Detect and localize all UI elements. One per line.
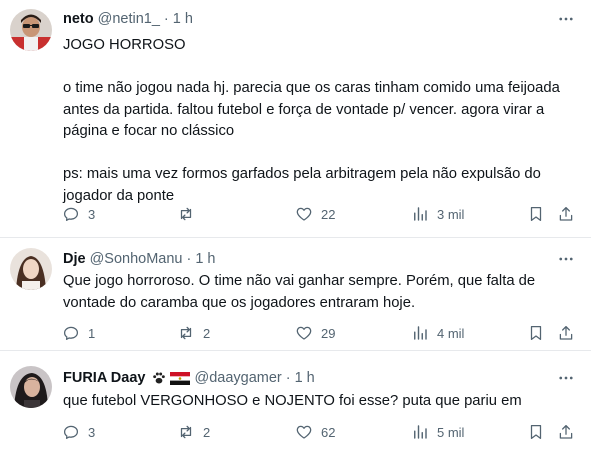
bookmark-button[interactable] xyxy=(527,320,545,346)
timeline: neto @netin1_ · 1 h JOGO HORROSO o time … xyxy=(0,0,591,450)
views-count: 5 mil xyxy=(437,424,465,440)
share-button[interactable] xyxy=(557,419,575,445)
retweet-count: 2 xyxy=(203,424,211,440)
retweet-button[interactable]: 2 xyxy=(177,320,210,346)
retweet-icon xyxy=(180,326,192,340)
reply-count: 1 xyxy=(88,325,96,341)
views-count: 3 mil xyxy=(437,206,465,222)
bookmark-button[interactable] xyxy=(527,419,545,445)
action-bar: 3 2 62 5 mil xyxy=(54,419,584,445)
flag-icon xyxy=(170,371,191,385)
text-line: ps: mais uma vez formos garfados pela ar… xyxy=(63,166,541,182)
timestamp[interactable]: 1 h xyxy=(295,370,315,386)
bookmark-button[interactable] xyxy=(527,201,545,227)
author-handle[interactable]: @daaygamer xyxy=(194,370,281,386)
views-icon xyxy=(414,207,427,221)
text-line: página e focar no clássico xyxy=(63,123,235,139)
action-bar: 3 22 3 mil xyxy=(54,201,584,227)
separator-dot: · xyxy=(285,370,291,386)
tweet-text: que futebol VERGONHOSO e NOJENTO foi ess… xyxy=(63,391,578,413)
author-handle[interactable]: @SonhoManu xyxy=(90,251,183,267)
author-name[interactable]: FURIA Daay xyxy=(63,370,145,386)
avatar[interactable] xyxy=(10,248,52,290)
text-line: que futebol VERGONHOSO e NOJENTO foi ess… xyxy=(63,393,522,409)
text-line: Que jogo horroroso. O time não vai ganha… xyxy=(63,273,536,289)
like-count: 22 xyxy=(321,206,336,222)
text-line: vontade do caramba que os jogadores entr… xyxy=(63,294,416,311)
views-icon xyxy=(414,326,427,340)
reply-button[interactable]: 3 xyxy=(62,419,95,445)
text-line xyxy=(63,143,578,165)
tweet-text: Que jogo horroroso. O time não vai ganha… xyxy=(63,271,578,314)
more-icon[interactable] xyxy=(555,368,577,388)
separator-dot: · xyxy=(186,251,192,267)
author-handle[interactable]: @netin1_ xyxy=(98,11,160,27)
text-line xyxy=(63,57,578,79)
profile-emojis xyxy=(151,370,191,386)
paw-icon xyxy=(153,372,166,384)
share-button[interactable] xyxy=(557,320,575,346)
tweet-header: FURIA Daay @daaygamer · 1 h xyxy=(63,368,315,388)
reply-count: 3 xyxy=(88,206,96,222)
action-bar: 1 2 29 4 mil xyxy=(54,320,584,346)
heart-icon xyxy=(296,326,312,340)
reply-icon xyxy=(63,207,79,222)
bookmark-icon xyxy=(530,325,542,341)
reply-button[interactable]: 1 xyxy=(62,320,95,346)
views-button[interactable]: 5 mil xyxy=(411,419,464,445)
share-icon xyxy=(559,206,573,221)
tweet[interactable]: Dje @SonhoManu · 1 h Que jogo horroroso.… xyxy=(0,238,591,351)
separator-dot: · xyxy=(163,11,169,27)
reply-icon xyxy=(63,425,79,440)
tweet[interactable]: FURIA Daay @daaygamer · 1 h que futebol … xyxy=(0,351,591,450)
timestamp[interactable]: 1 h xyxy=(173,11,193,27)
text-line: antes da partida. faltou futebol e força… xyxy=(63,101,545,118)
author-name[interactable]: neto xyxy=(63,11,94,27)
tweet-header: Dje @SonhoManu · 1 h xyxy=(63,249,216,269)
retweet-count: 2 xyxy=(203,325,211,341)
avatar[interactable] xyxy=(10,366,52,408)
heart-icon xyxy=(296,425,312,439)
views-button[interactable]: 4 mil xyxy=(411,320,464,346)
bookmark-icon xyxy=(530,206,542,222)
retweet-icon xyxy=(180,207,192,221)
like-button[interactable]: 29 xyxy=(295,320,335,346)
like-button[interactable]: 22 xyxy=(295,201,335,227)
views-button[interactable]: 3 mil xyxy=(411,201,464,227)
tweet-header: neto @netin1_ · 1 h xyxy=(63,9,193,29)
reply-icon xyxy=(63,326,79,341)
retweet-button[interactable]: 2 xyxy=(177,419,210,445)
more-icon[interactable] xyxy=(555,249,577,269)
like-button[interactable]: 62 xyxy=(295,419,335,445)
retweet-icon xyxy=(180,425,192,439)
timestamp[interactable]: 1 h xyxy=(195,251,215,267)
like-count: 62 xyxy=(321,424,336,440)
avatar[interactable] xyxy=(10,9,52,51)
bookmark-icon xyxy=(530,424,542,440)
share-button[interactable] xyxy=(557,201,575,227)
heart-icon xyxy=(296,207,312,221)
reply-button[interactable]: 3 xyxy=(62,201,95,227)
tweet-text: JOGO HORROSO o time não jogou nada hj. p… xyxy=(63,35,578,207)
text-line: JOGO HORROSO xyxy=(63,37,186,53)
tweet[interactable]: neto @netin1_ · 1 h JOGO HORROSO o time … xyxy=(0,0,591,238)
reply-count: 3 xyxy=(88,424,96,440)
more-icon[interactable] xyxy=(555,9,577,29)
views-icon xyxy=(414,425,427,439)
retweet-button[interactable] xyxy=(177,201,203,227)
views-count: 4 mil xyxy=(437,325,465,341)
author-name[interactable]: Dje xyxy=(63,251,86,267)
text-line: o time não jogou nada hj. parecia que os… xyxy=(63,80,560,96)
share-icon xyxy=(559,424,573,439)
share-icon xyxy=(559,325,573,340)
like-count: 29 xyxy=(321,325,336,341)
